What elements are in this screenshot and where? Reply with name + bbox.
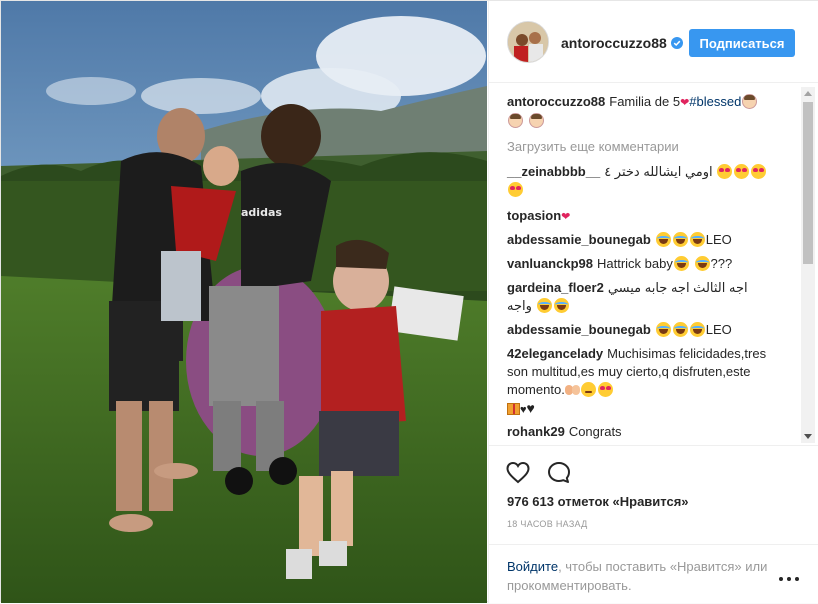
comment-username[interactable]: abdessamie_bounegab	[507, 232, 651, 247]
scrollbar-thumb[interactable]	[803, 102, 813, 264]
login-prompt-text: Войдите, чтобы поставить «Нравится» или …	[507, 557, 777, 595]
comment-text: Congrats	[568, 424, 622, 439]
boy-emoji-icon	[528, 113, 544, 128]
comment-text: LEO	[705, 232, 732, 247]
comment-item: 42elegancelady Muchisimas felicidades,tre…	[507, 345, 777, 419]
comment-username[interactable]: gardeina_floer2	[507, 280, 604, 295]
tears-of-joy-emoji-icon	[689, 232, 705, 247]
dot	[779, 577, 783, 581]
tears-of-joy-emoji-icon	[553, 298, 569, 313]
tears-of-joy-emoji-icon	[655, 232, 671, 247]
tears-of-joy-emoji-icon	[689, 322, 705, 337]
speech-bubble-icon[interactable]	[546, 460, 572, 486]
family-photo-image: adidas	[1, 1, 487, 603]
heart-eyes-emoji-icon	[734, 164, 750, 179]
comment-text: اومي ايشالله دختر ٤	[604, 164, 713, 179]
kissing-face-emoji-icon	[580, 382, 596, 397]
comments-scrollbar[interactable]	[801, 87, 815, 443]
avatar-image	[508, 22, 548, 62]
scroll-down-arrow-icon[interactable]	[804, 434, 812, 439]
comment-text: Hattrick baby	[597, 256, 673, 271]
post-header: antoroccuzzo88 Подписаться	[489, 1, 818, 83]
comment-username[interactable]: vanluanckp98	[507, 256, 593, 271]
comments-list: antoroccuzzo88 Familia de 5❤#blessed Загр…	[489, 83, 818, 445]
post-side-panel: antoroccuzzo88 Подписаться antoroccuzzo8…	[488, 1, 818, 603]
comment-username[interactable]: abdessamie_bounegab	[507, 322, 651, 337]
comment-username[interactable]: topasion	[507, 208, 561, 223]
caption-text: Familia de 5	[609, 94, 681, 109]
tears-of-joy-emoji-icon	[536, 298, 552, 313]
likes-count[interactable]: 976 613 отметок «Нравится»	[507, 494, 689, 509]
load-more-comments-button[interactable]: Загрузить еще комментарии	[507, 139, 679, 154]
comment-item: rohank29 Congrats	[507, 423, 787, 441]
comment-text: LEO	[705, 322, 732, 337]
comment-item: __zeinabbbb__ اومي ايشالله دختر ٤	[507, 163, 787, 199]
svg-text:adidas: adidas	[241, 206, 282, 219]
verified-badge-icon	[670, 37, 683, 49]
comment-item: topasion❤	[507, 207, 787, 226]
heart-eyes-emoji-icon	[717, 164, 733, 179]
post-photo[interactable]: adidas	[1, 1, 487, 603]
red-heart-emoji-icon: ❤	[680, 97, 690, 109]
follow-button[interactable]: Подписаться	[689, 29, 795, 57]
scroll-up-arrow-icon[interactable]	[804, 91, 812, 96]
caption: antoroccuzzo88 Familia de 5❤#blessed	[507, 93, 787, 130]
more-dots-icon[interactable]	[779, 577, 799, 583]
gift-emoji-icon	[507, 403, 520, 415]
header-username[interactable]: antoroccuzzo88	[561, 35, 683, 51]
couple-emoji-icon	[564, 383, 580, 397]
comment-item: abdessamie_bounegab LEO	[507, 231, 787, 249]
red-heart-emoji-icon: ❤	[561, 211, 571, 223]
tears-of-joy-emoji-icon	[672, 322, 688, 337]
heart-eyes-emoji-icon	[508, 182, 523, 197]
boy-emoji-icon	[508, 113, 523, 128]
heart-eyes-emoji-icon	[597, 382, 613, 397]
comment-text-line2: واجه	[507, 298, 532, 313]
tears-of-joy-emoji-icon	[655, 322, 671, 337]
caption-hashtag[interactable]: #blessed	[689, 94, 741, 109]
comment-item: vanluanckp98 Hattrick baby ???	[507, 255, 787, 273]
black-heart-emoji-icon: ♥	[526, 400, 535, 416]
boy-emoji-icon	[742, 94, 758, 109]
comment-username[interactable]: 42elegancelady	[507, 346, 603, 361]
tears-of-joy-emoji-icon	[673, 256, 689, 271]
comment-item: gardeina_floer2 اجه الثالث اجه جابه ميسي …	[507, 279, 787, 315]
comment-text-suffix: ???	[710, 256, 733, 271]
login-link[interactable]: Войдите	[507, 559, 558, 574]
header-username-text[interactable]: antoroccuzzo88	[561, 35, 667, 51]
tears-of-joy-emoji-icon	[672, 232, 688, 247]
tears-of-joy-emoji-icon	[694, 256, 710, 271]
instagram-post: adidas antoroccuzzo88 Подписаться antoro…	[0, 0, 818, 603]
dot	[787, 577, 791, 581]
post-actions: 976 613 отметок «Нравится» 18 часов наза…	[489, 445, 818, 603]
heart-outline-icon[interactable]	[505, 460, 531, 486]
comment-username[interactable]: rohank29	[507, 424, 565, 439]
comment-text: اجه الثالث اجه جابه ميسي	[607, 280, 748, 295]
login-prompt: Войдите, чтобы поставить «Нравится» или …	[489, 544, 818, 604]
caption-username[interactable]: antoroccuzzo88	[507, 94, 605, 109]
post-timestamp[interactable]: 18 часов назад	[507, 519, 588, 529]
dot	[795, 577, 799, 581]
comment-username[interactable]: __zeinabbbb__	[507, 164, 600, 179]
avatar[interactable]	[507, 21, 549, 63]
comment-item: abdessamie_bounegab LEO	[507, 321, 787, 339]
heart-eyes-emoji-icon	[751, 164, 767, 179]
